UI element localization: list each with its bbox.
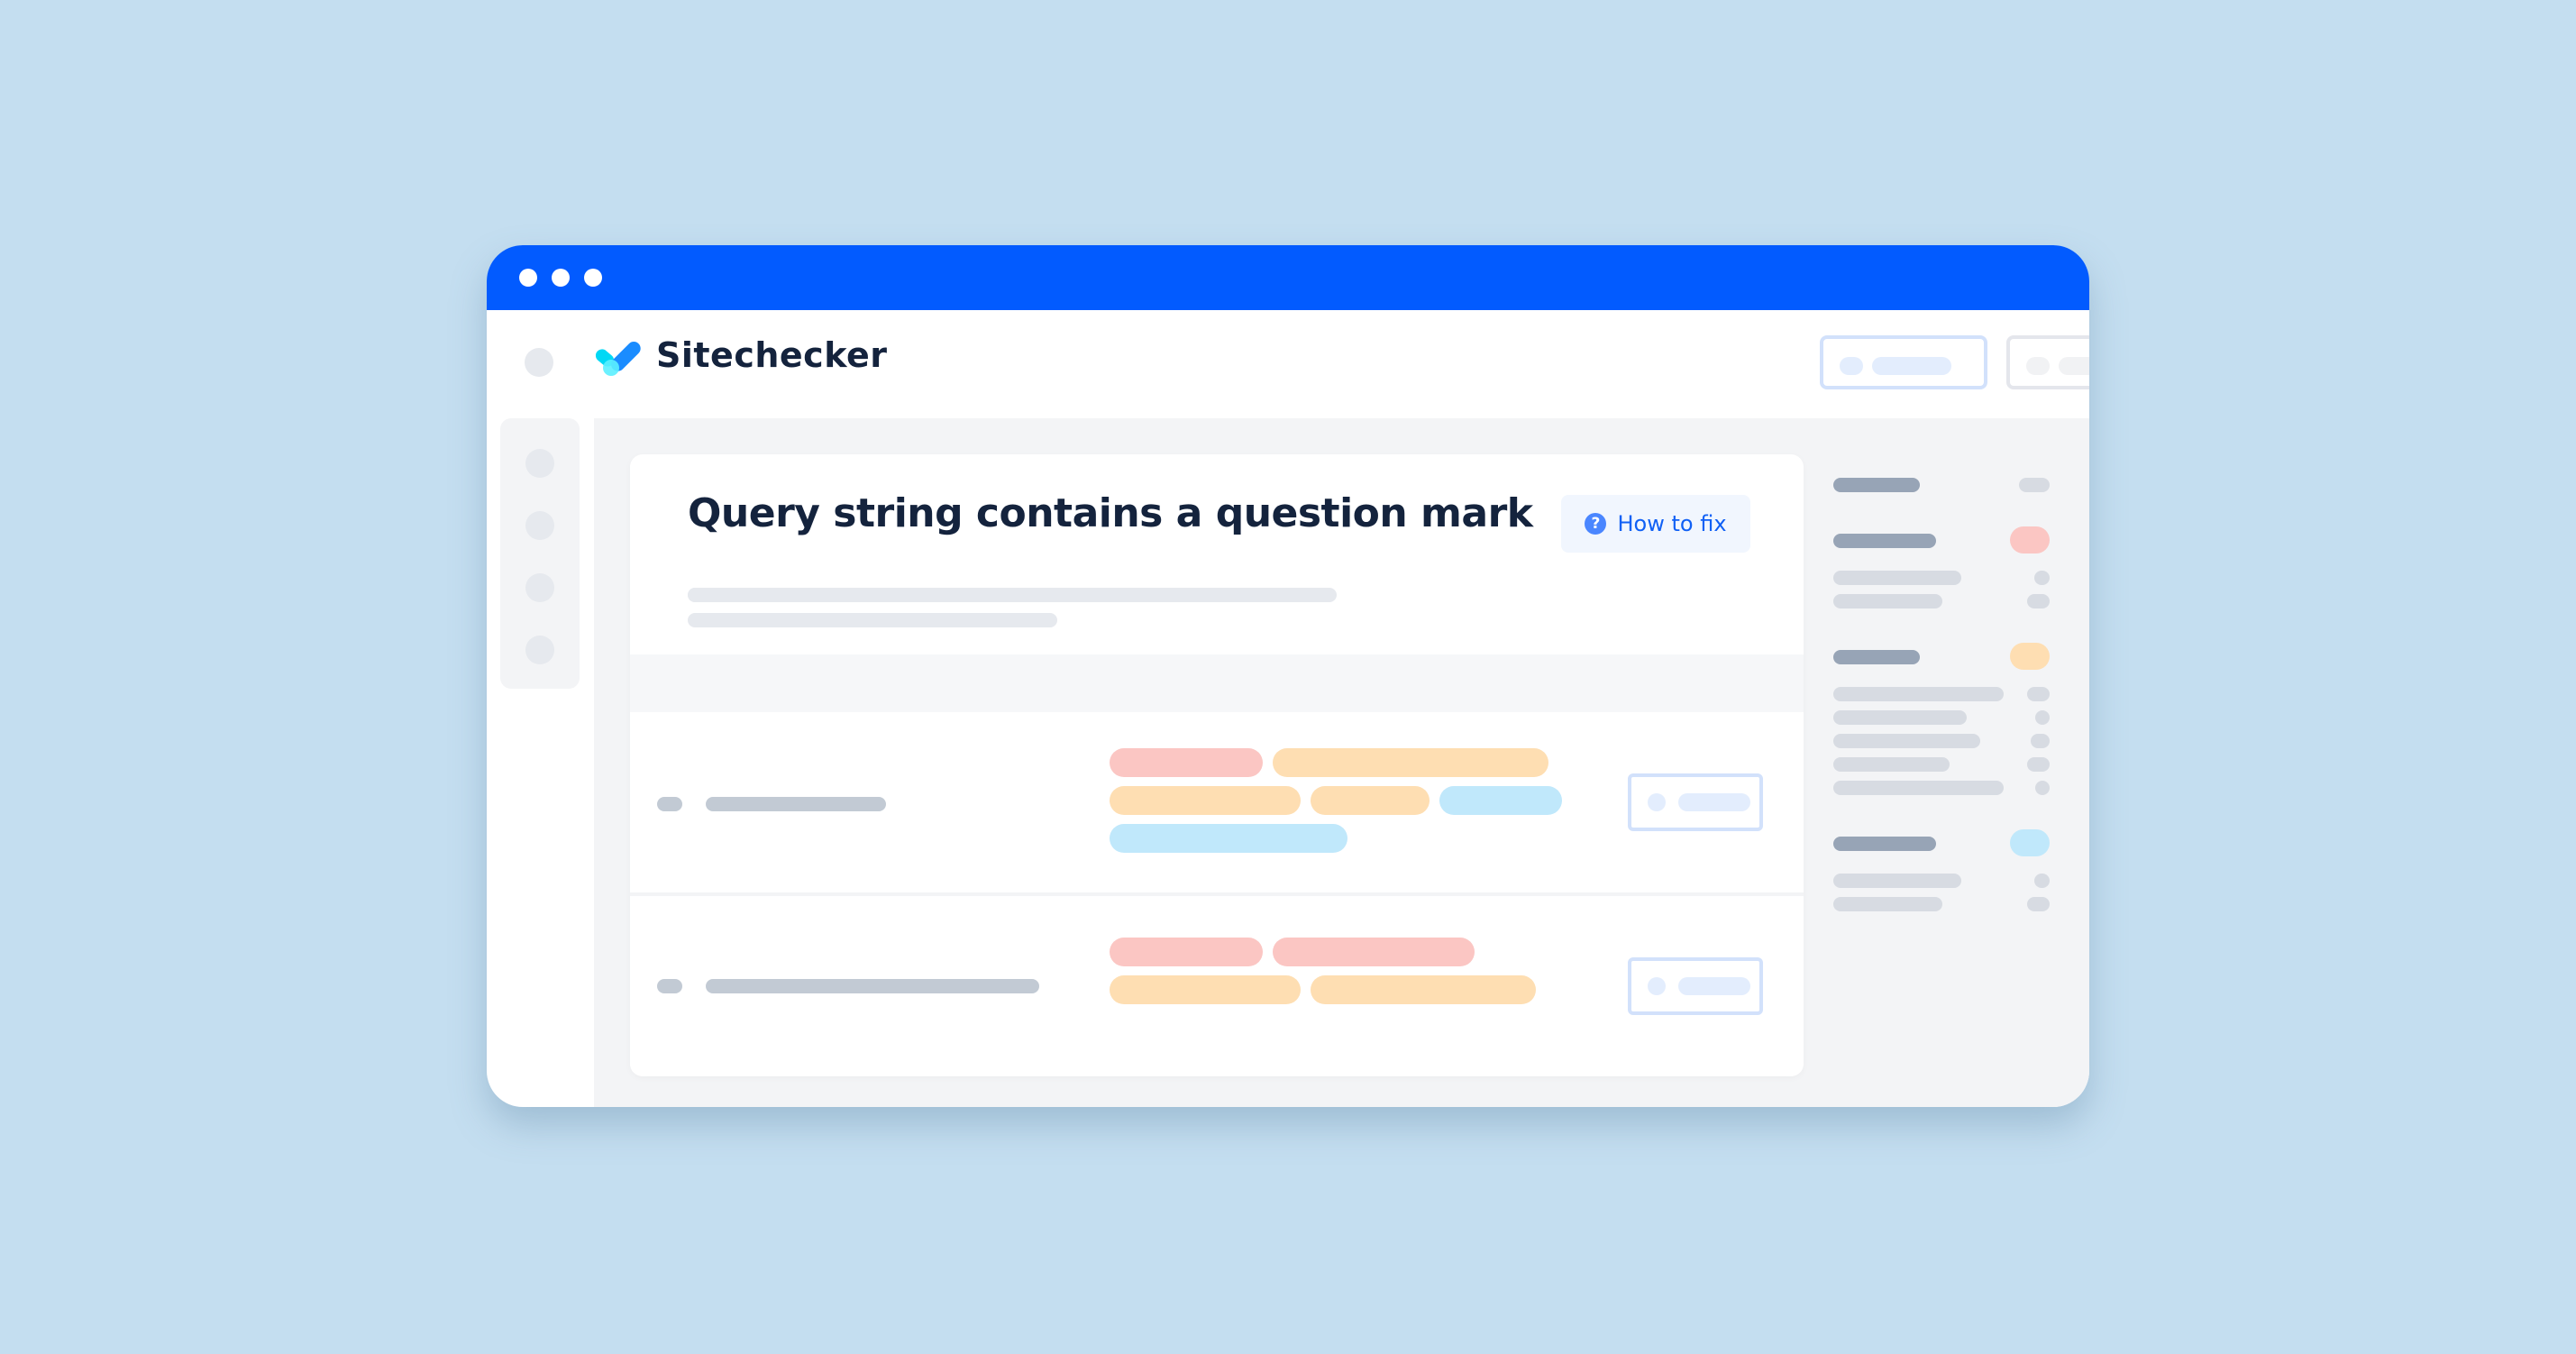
- count-badge: [2035, 710, 2050, 725]
- status-badge-orange: [2010, 643, 2050, 670]
- row-action-button[interactable]: [1628, 773, 1763, 831]
- table-header: [630, 654, 1804, 712]
- issue-tag: [1110, 975, 1301, 1004]
- issue-tag: [1110, 938, 1263, 966]
- row-icon-placeholder: [657, 797, 682, 811]
- count-badge: [2027, 687, 2050, 701]
- list-item-placeholder[interactable]: [1833, 710, 1967, 725]
- issue-tag: [1110, 786, 1301, 815]
- count-badge: [2027, 594, 2050, 608]
- row-action-button[interactable]: [1628, 957, 1763, 1015]
- window-control-dot[interactable]: [519, 269, 537, 287]
- list-item-placeholder[interactable]: [1833, 781, 2004, 795]
- row-url-placeholder: [706, 979, 1039, 993]
- right-sidebar: [1833, 418, 2059, 1107]
- group-heading-placeholder: [1833, 534, 1936, 548]
- list-item-placeholder[interactable]: [1833, 734, 1980, 748]
- count-badge: [2035, 781, 2050, 795]
- list-item-placeholder[interactable]: [1833, 687, 2004, 701]
- checkmark-logo-icon: [595, 342, 641, 376]
- button-icon-placeholder: [2026, 357, 2050, 375]
- question-icon: ?: [1585, 513, 1607, 535]
- content-area: Query string contains a question mark ? …: [594, 418, 2089, 1107]
- sidebar-nav-icon[interactable]: [525, 511, 554, 540]
- issue-tag: [1311, 975, 1536, 1004]
- group-heading-placeholder: [1833, 478, 1920, 492]
- status-badge-red: [2010, 526, 2050, 553]
- issue-card: Query string contains a question mark ? …: [630, 454, 1804, 1076]
- count-badge: [2034, 571, 2050, 585]
- list-item-placeholder[interactable]: [1833, 594, 1942, 608]
- button-label-placeholder: [1678, 977, 1750, 995]
- primary-header-button[interactable]: [1820, 335, 1987, 389]
- how-to-fix-button[interactable]: ? How to fix: [1561, 495, 1750, 553]
- browser-window: Sitechecker Query string contains a ques…: [487, 245, 2089, 1107]
- button-label-placeholder: [1872, 357, 1951, 375]
- list-item-placeholder[interactable]: [1833, 897, 1942, 911]
- window-titlebar: [487, 245, 2089, 310]
- button-label-placeholder: [2059, 357, 2089, 375]
- group-heading-placeholder: [1833, 837, 1936, 851]
- window-control-dot[interactable]: [584, 269, 602, 287]
- sidebar-nav-icon[interactable]: [525, 573, 554, 602]
- description-line: [688, 588, 1337, 602]
- issue-title: Query string contains a question mark: [688, 490, 1533, 536]
- status-badge-blue: [2010, 829, 2050, 856]
- list-item-placeholder[interactable]: [1833, 874, 1961, 888]
- group-heading-placeholder: [1833, 650, 1920, 664]
- issue-tag: [1273, 748, 1548, 777]
- brand-name[interactable]: Sitechecker: [656, 335, 887, 375]
- sidebar-nav-icon[interactable]: [525, 636, 554, 664]
- table-row[interactable]: [630, 712, 1804, 896]
- button-icon-placeholder: [1648, 793, 1666, 811]
- row-url-placeholder: [706, 797, 886, 811]
- issue-tag: [1110, 748, 1263, 777]
- secondary-header-button[interactable]: [2006, 335, 2089, 389]
- count-badge: [2027, 757, 2050, 772]
- button-icon-placeholder: [1840, 357, 1863, 375]
- count-badge: [2031, 734, 2050, 748]
- menu-toggle-icon[interactable]: [525, 348, 553, 377]
- issue-tag: [1311, 786, 1430, 815]
- how-to-fix-label: How to fix: [1617, 511, 1727, 536]
- list-item-placeholder[interactable]: [1833, 757, 1950, 772]
- issue-tag: [1439, 786, 1562, 815]
- row-icon-placeholder: [657, 979, 682, 993]
- issue-tag: [1110, 824, 1347, 853]
- list-item-placeholder[interactable]: [1833, 571, 1961, 585]
- description-line: [688, 613, 1057, 627]
- count-badge: [2034, 874, 2050, 888]
- issue-tag: [1273, 938, 1475, 966]
- count-badge: [2019, 478, 2050, 492]
- table-row[interactable]: [630, 896, 1804, 1076]
- window-control-dot[interactable]: [552, 269, 570, 287]
- sidebar-nav-icon[interactable]: [525, 449, 554, 478]
- button-icon-placeholder: [1648, 977, 1666, 995]
- count-badge: [2027, 897, 2050, 911]
- button-label-placeholder: [1678, 793, 1750, 811]
- left-sidebar: [500, 418, 580, 689]
